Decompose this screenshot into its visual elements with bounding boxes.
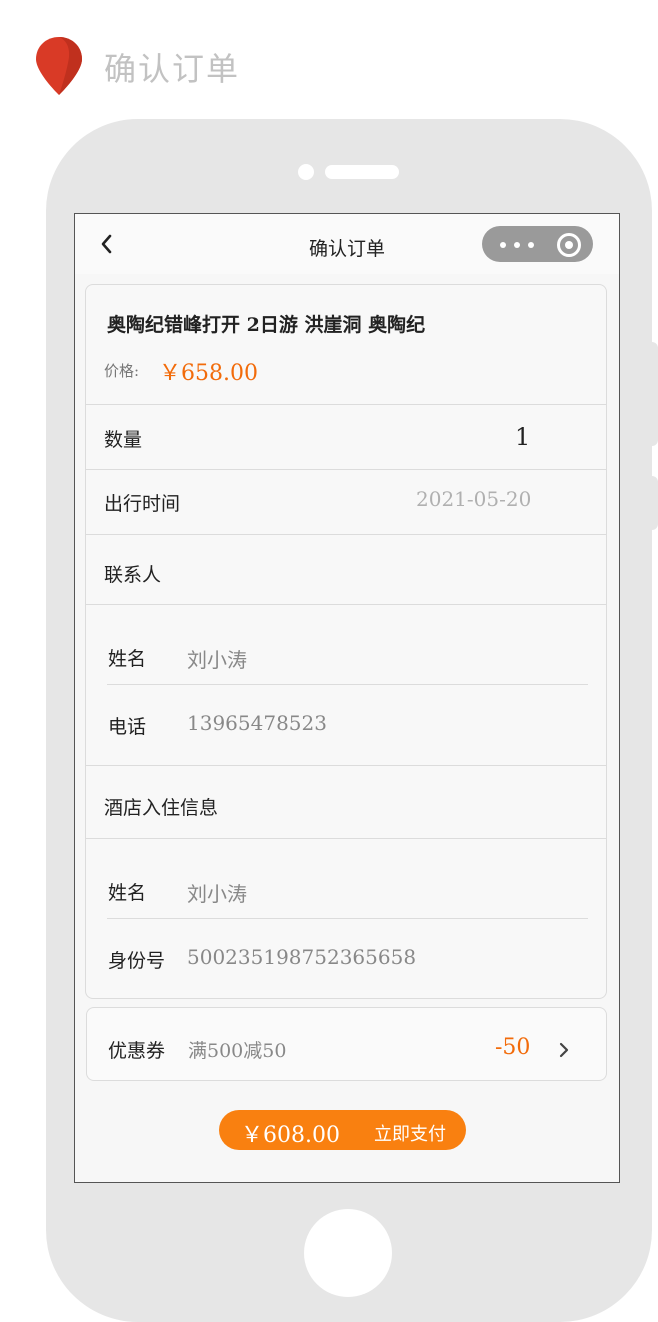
mini-program-capsule: [482, 226, 593, 262]
divider: [86, 765, 606, 766]
divider: [86, 838, 606, 839]
divider: [107, 918, 588, 919]
contact-phone-field[interactable]: 13965478523: [187, 711, 327, 735]
quantity-value[interactable]: 1: [515, 423, 530, 451]
phone-home-button[interactable]: [304, 1209, 392, 1297]
product-title: 奥陶纪错峰打开 2日游 洪崖洞 奥陶纪: [107, 314, 426, 336]
app-screen: 确认订单 奥陶纪错峰打开 2日游 洪崖洞 奥陶纪 价格: ￥658.00 数量 …: [74, 213, 620, 1183]
navigation-bar: 确认订单: [75, 214, 619, 274]
divider: [86, 604, 606, 605]
pay-now-button[interactable]: ￥608.00 立即支付: [219, 1110, 466, 1150]
page-heading: 确认订单: [104, 50, 241, 88]
contact-name-field[interactable]: 刘小涛: [187, 644, 247, 673]
order-card: 奥陶纪错峰打开 2日游 洪崖洞 奥陶纪 价格: ￥658.00 数量 1 出行时…: [85, 284, 607, 999]
hotel-id-label: 身份号: [108, 950, 166, 972]
hotel-name-field[interactable]: 刘小涛: [187, 878, 247, 907]
contact-section-label: 联系人: [104, 564, 162, 586]
price-value: ￥658.00: [159, 361, 258, 386]
close-target-icon[interactable]: [557, 233, 581, 257]
chevron-right-icon[interactable]: [559, 1042, 569, 1058]
hotel-name-label: 姓名: [108, 882, 147, 904]
divider: [107, 684, 588, 685]
coupon-description: 满500减50: [188, 1040, 287, 1062]
phone-side-button: [648, 476, 658, 530]
phone-camera: [298, 164, 314, 180]
hotel-section-label: 酒店入住信息: [104, 797, 219, 819]
divider: [86, 469, 606, 470]
coupon-row[interactable]: 优惠券 满500减50 -50: [86, 1007, 607, 1081]
hotel-id-field[interactable]: 500235198752365658: [187, 945, 416, 969]
quantity-label: 数量: [104, 429, 143, 451]
location-pin-icon: [36, 37, 82, 95]
pay-button-label: 立即支付: [374, 1124, 446, 1145]
travel-date-value[interactable]: 2021-05-20: [416, 487, 531, 511]
pay-total: ￥608.00: [241, 1123, 340, 1148]
phone-speaker: [325, 165, 399, 179]
price-label: 价格:: [104, 362, 140, 380]
divider: [86, 404, 606, 405]
contact-name-label: 姓名: [108, 648, 147, 670]
coupon-amount: -50: [495, 1035, 531, 1060]
travel-date-label: 出行时间: [104, 493, 181, 515]
contact-phone-label: 电话: [108, 716, 147, 738]
phone-side-button: [648, 342, 658, 446]
divider: [86, 534, 606, 535]
coupon-label: 优惠券: [108, 1040, 166, 1062]
more-dots-icon[interactable]: [500, 242, 534, 248]
